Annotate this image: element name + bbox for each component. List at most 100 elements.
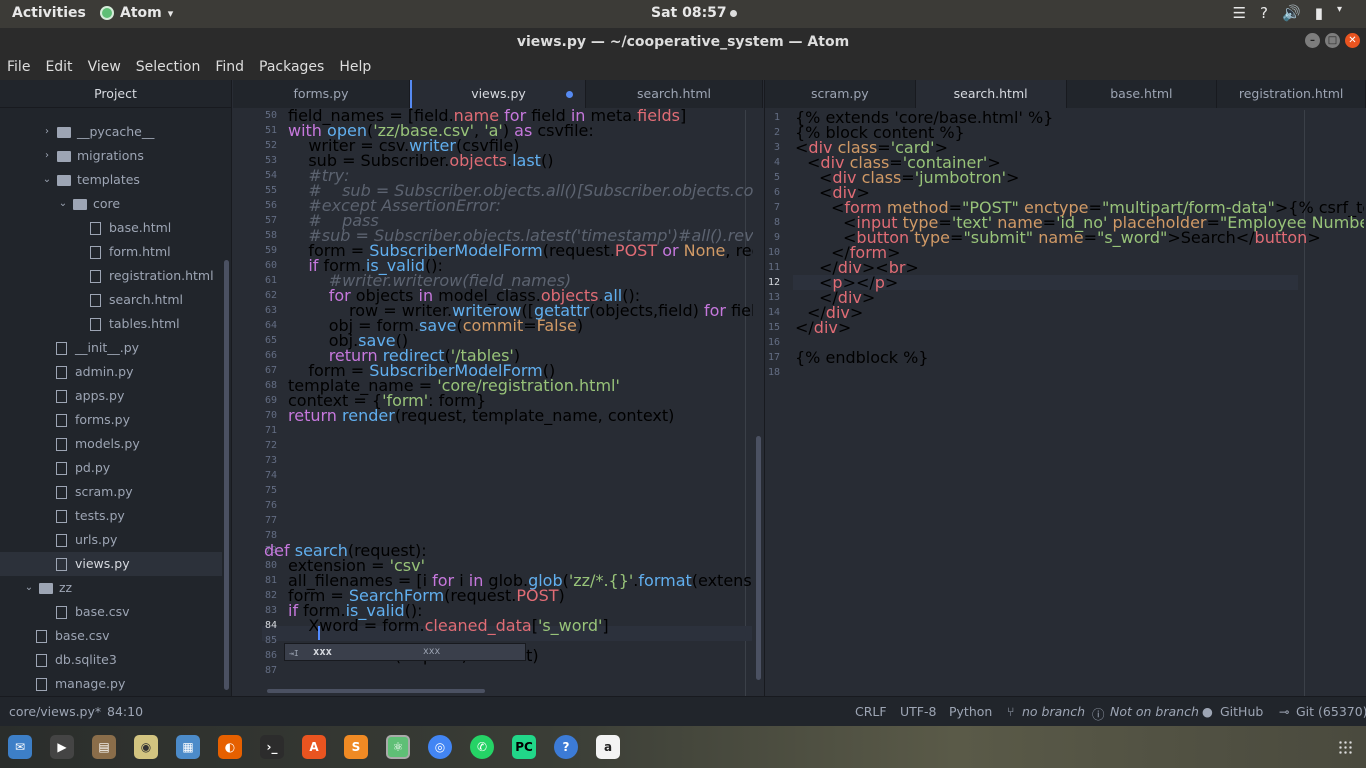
tree-item-migrations[interactable]: › migrations	[40, 144, 144, 168]
status-encoding[interactable]: UTF-8	[900, 704, 936, 719]
tree-item-admin-py[interactable]: admin.py	[56, 360, 133, 384]
tab-forms-py[interactable]: forms.py	[233, 80, 410, 108]
tab-base-html[interactable]: base.html	[1067, 80, 1218, 108]
tree-item-forms-py[interactable]: forms.py	[56, 408, 130, 432]
tree-item-tests-py[interactable]: tests.py	[56, 504, 125, 528]
code-line: </div>	[795, 318, 852, 337]
chrome-icon[interactable]: ◎	[428, 735, 452, 759]
app-menu[interactable]: Atom ▾	[100, 5, 173, 21]
tree-item-templates[interactable]: ⌄ templates	[40, 168, 140, 192]
whatsapp-icon[interactable]: ✆	[470, 735, 494, 759]
window-title: views.py — ~/cooperative_system — Atom	[516, 34, 850, 50]
tree-item-zz[interactable]: ⌄ zz	[22, 576, 72, 600]
status-git[interactable]: Git (65370)	[1296, 704, 1366, 719]
menu-icon[interactable]: ☰	[1233, 4, 1246, 22]
tree-item-label: views.py	[75, 556, 130, 571]
terminal-icon[interactable]: ›_	[260, 735, 284, 759]
line-number: 13	[767, 292, 780, 303]
pycharm-icon[interactable]: PC	[512, 735, 536, 759]
tree-item-base-html[interactable]: base.html	[90, 216, 171, 240]
tree-item-base-csv[interactable]: base.csv	[36, 624, 110, 648]
amazon-icon[interactable]: a	[596, 735, 620, 759]
menu-edit[interactable]: Edit	[45, 56, 72, 80]
menu-selection[interactable]: Selection	[136, 56, 201, 80]
autocomplete-word[interactable]: xxx	[313, 644, 332, 660]
tree-item-form-html[interactable]: form.html	[90, 240, 171, 264]
menu-bar: File Edit View Selection Find Packages H…	[0, 56, 1366, 80]
menu-packages[interactable]: Packages	[259, 56, 324, 80]
tab-views-py[interactable]: views.py	[410, 80, 586, 108]
vertical-scrollbar[interactable]	[756, 436, 761, 680]
tree-item-init-py[interactable]: __init__.py	[56, 336, 139, 360]
minimize-icon[interactable]: –	[1305, 33, 1320, 48]
volume-icon[interactable]: 🔊	[1282, 4, 1301, 22]
file-icon	[56, 437, 67, 451]
show-apps-icon[interactable]	[1338, 740, 1352, 754]
help-icon[interactable]: ?	[1260, 4, 1268, 22]
file-icon	[36, 677, 47, 691]
tree-item-pycache[interactable]: › __pycache__	[40, 120, 154, 144]
sublime-icon[interactable]: S	[344, 735, 368, 759]
software-center-icon[interactable]: A	[302, 735, 326, 759]
tab-scram-py[interactable]: scram.py	[765, 80, 916, 108]
tree-scrollbar[interactable]	[224, 260, 229, 690]
atom-icon[interactable]: ⚛	[386, 735, 410, 759]
line-number: 81	[264, 575, 277, 586]
chevron-down-icon[interactable]: ▾	[1337, 4, 1342, 22]
status-branch[interactable]: no branch	[1022, 704, 1085, 719]
code-right[interactable]: 1 {% extends 'core/base.html' %} 2 {% bl…	[764, 110, 1364, 696]
tree-item-db-sqlite3[interactable]: db.sqlite3	[36, 648, 117, 672]
tree-item-urls-py[interactable]: urls.py	[56, 528, 117, 552]
menu-file[interactable]: File	[7, 56, 30, 80]
firefox-icon[interactable]: ◐	[218, 735, 242, 759]
tab-search-html[interactable]: search.html	[586, 80, 763, 108]
clock[interactable]: Sat 08:57	[651, 5, 737, 21]
tab-search-html-right[interactable]: search.html	[915, 80, 1067, 108]
horizontal-scrollbar[interactable]	[267, 689, 485, 693]
code-line: Xword = form.cleaned_data['s_word']	[288, 616, 609, 635]
code-line: return render(request, template_name, co…	[288, 406, 675, 425]
status-github[interactable]: GitHub	[1220, 704, 1263, 719]
menu-find[interactable]: Find	[215, 56, 244, 80]
help-icon[interactable]: ?	[554, 735, 578, 759]
tree-item-pd-py[interactable]: pd.py	[56, 456, 110, 480]
thunderbird-icon[interactable]: ✉	[8, 735, 32, 759]
file-icon	[56, 557, 67, 571]
tree-item-models-py[interactable]: models.py	[56, 432, 140, 456]
status-grammar[interactable]: Python	[949, 704, 992, 719]
files-icon[interactable]: ▤	[92, 735, 116, 759]
status-line-ending[interactable]: CRLF	[855, 704, 887, 719]
tree-item-apps-py[interactable]: apps.py	[56, 384, 124, 408]
tab-registration-html[interactable]: registration.html	[1217, 80, 1366, 108]
tree-item-search-html[interactable]: search.html	[90, 288, 183, 312]
tree-item-scram-py[interactable]: scram.py	[56, 480, 133, 504]
battery-icon[interactable]: ▮	[1315, 4, 1323, 22]
close-icon[interactable]: ✕	[1345, 33, 1360, 48]
maximize-icon[interactable]: □	[1325, 33, 1340, 48]
tab-bar-left: forms.py views.py search.html	[233, 80, 763, 108]
file-icon	[90, 293, 101, 307]
status-not-on-branch[interactable]: Not on branch	[1110, 704, 1199, 719]
line-number: 8	[773, 217, 780, 228]
menu-view[interactable]: View	[88, 56, 121, 80]
tree-item-registration-html[interactable]: registration.html	[90, 264, 214, 288]
tree-item-label: scram.py	[75, 484, 133, 499]
tree-item-zz-base-csv[interactable]: base.csv	[56, 600, 130, 624]
tree-item-views-py[interactable]: views.py	[0, 552, 222, 576]
tree-item-tables-html[interactable]: tables.html	[90, 312, 180, 336]
video-editor-icon[interactable]: ▶	[50, 735, 74, 759]
status-file-path[interactable]: core/views.py*	[9, 704, 101, 719]
activities-button[interactable]: Activities	[12, 5, 86, 21]
menu-help[interactable]: Help	[339, 56, 371, 80]
autocomplete-popup[interactable]: ⇥I xxx xxx	[284, 643, 526, 661]
document-icon[interactable]: ▦	[176, 735, 200, 759]
code-left[interactable]: 50 field_names = [field.name for field i…	[233, 108, 753, 696]
tree-item-label: base.csv	[75, 604, 130, 619]
disk-icon[interactable]: ◉	[134, 735, 158, 759]
tab-label: base.html	[1110, 86, 1173, 101]
status-cursor-position[interactable]: 84:10	[107, 704, 143, 719]
tree-item-core[interactable]: ⌄ core	[56, 192, 120, 216]
line-number: 18	[767, 367, 780, 378]
tree-item-label: zz	[59, 580, 73, 595]
tree-item-manage-py[interactable]: manage.py	[36, 672, 125, 696]
